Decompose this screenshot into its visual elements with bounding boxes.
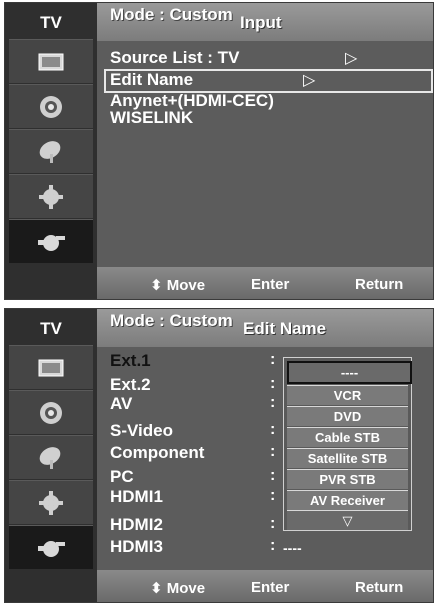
dropdown-option[interactable]: DVD [287, 406, 408, 426]
dropdown-option[interactable]: PVR STB [287, 469, 408, 489]
nav-picture[interactable] [9, 345, 93, 389]
dropdown-option[interactable]: VCR [287, 385, 408, 405]
nav-setup[interactable] [9, 480, 93, 524]
row-label-ext2[interactable]: Ext.2 [110, 375, 151, 395]
row-value-hdmi3: ---- [283, 540, 302, 556]
move-icon: ⬍ [150, 277, 163, 294]
nav-input[interactable] [9, 219, 93, 263]
row-colon: : [270, 467, 276, 484]
menu-item-source-list[interactable]: Source List : TV [110, 49, 239, 67]
dropdown-option[interactable]: AV Receiver [287, 490, 408, 510]
sound-icon [40, 95, 62, 118]
menu-item-label: Edit Name [110, 70, 194, 89]
move-hint: ⬍ Move [150, 277, 206, 294]
row-colon: : [270, 351, 276, 368]
move-hint: ⬍ Move [150, 580, 206, 597]
picture-icon [38, 53, 64, 70]
page-title: Edit Name [243, 319, 327, 338]
nav-channel[interactable] [9, 435, 93, 479]
channel-icon [39, 446, 61, 469]
mode-text: Mode : Custom [110, 5, 233, 24]
picture-icon [38, 359, 64, 376]
menu-item-label: Source List : TV [110, 48, 240, 67]
menu-item-edit-name[interactable]: Edit Name [110, 71, 193, 89]
dropdown-option-selected[interactable]: ---- [287, 361, 412, 384]
sidebar: TV [5, 309, 97, 602]
row-label-ext1[interactable]: Ext.1 [110, 351, 151, 371]
enter-hint: Enter [251, 276, 290, 293]
mode-text: Mode : Custom [110, 311, 233, 330]
menu-item-label: WISELINK [110, 108, 194, 127]
chevron-right-icon: ▷ [345, 50, 358, 67]
row-colon: : [270, 487, 276, 504]
row-label-av[interactable]: AV [110, 394, 132, 414]
row-colon: : [270, 537, 276, 554]
row-label-s-video[interactable]: S-Video [110, 421, 173, 441]
row-colon: : [270, 394, 276, 411]
sidebar-title: TV [40, 13, 62, 32]
input-icon [38, 540, 65, 557]
row-colon: : [270, 421, 276, 438]
sidebar-title: TV [40, 319, 62, 338]
scroll-down-icon[interactable]: ▽ [287, 510, 408, 530]
return-hint: Return [355, 579, 404, 596]
row-colon: : [270, 443, 276, 460]
row-label-hdmi2[interactable]: HDMI2 [110, 515, 163, 535]
channel-icon [39, 140, 61, 163]
nav-sound[interactable] [9, 390, 93, 434]
row-label-hdmi1[interactable]: HDMI1 [110, 487, 163, 507]
sound-icon [40, 401, 62, 424]
page-title: Input [240, 13, 282, 32]
nav-setup[interactable] [9, 174, 93, 218]
input-menu-screen: TV Mode: Custom Input Source List: TV … [4, 2, 434, 300]
name-dropdown-list[interactable]: ---- VCR DVD Cable STB Satellite STB PVR… [283, 357, 412, 531]
row-colon: : [270, 375, 276, 392]
return-hint: Return [355, 276, 404, 293]
nav-picture[interactable] [9, 39, 93, 83]
move-icon: ⬍ [150, 580, 163, 597]
row-label-pc[interactable]: PC [110, 467, 134, 487]
setup-icon [39, 490, 63, 515]
input-icon [38, 234, 65, 251]
sidebar: TV [5, 3, 97, 299]
edit-name-screen: TV Mode: Custom Edit Name Ext.1: Ext.2… [4, 308, 434, 603]
enter-hint: Enter [251, 579, 290, 596]
menu-item-wiselink[interactable]: WISELINK [110, 109, 193, 127]
row-label-component[interactable]: Component [110, 443, 204, 463]
row-label-hdmi3[interactable]: HDMI3 [110, 537, 163, 557]
nav-channel[interactable] [9, 129, 93, 173]
chevron-right-icon: ▷ [303, 72, 316, 89]
setup-icon [39, 184, 63, 209]
row-colon: : [270, 515, 276, 532]
dropdown-option[interactable]: Satellite STB [287, 448, 408, 468]
nav-input[interactable] [9, 525, 93, 569]
nav-sound[interactable] [9, 84, 93, 128]
dropdown-option[interactable]: Cable STB [287, 427, 408, 447]
